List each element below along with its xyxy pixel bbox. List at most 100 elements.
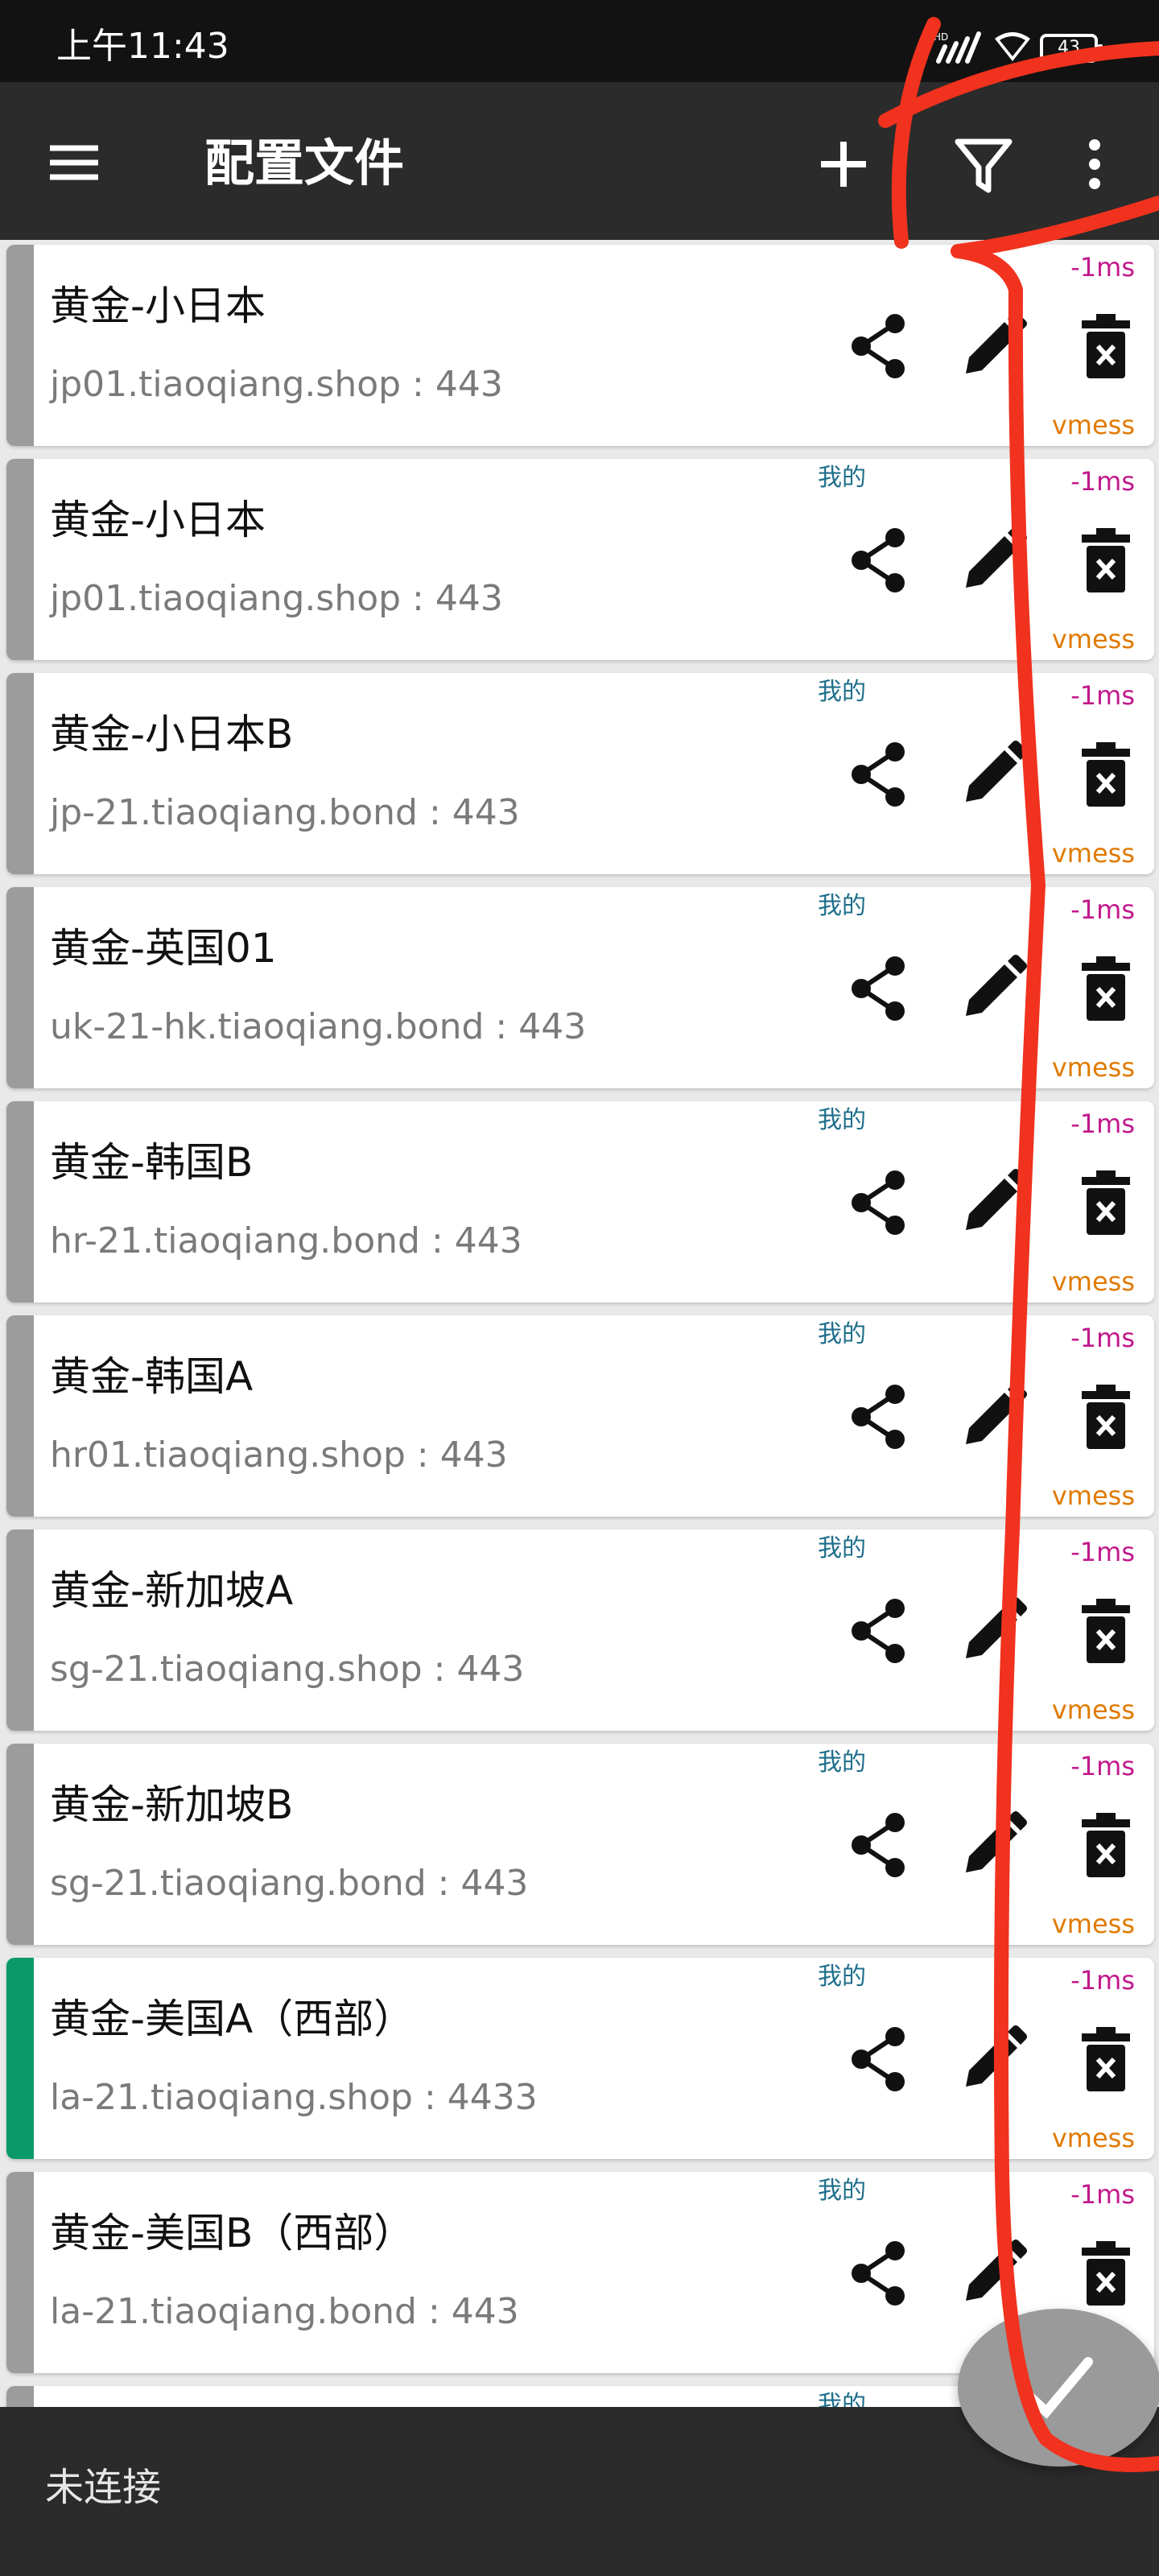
more-vert-icon[interactable] (1062, 129, 1127, 200)
subscription-label: 我的 (818, 892, 866, 920)
protocol-label: vmess (1051, 838, 1135, 869)
profile-card[interactable]: 黄金-新加坡A sg-21.tiaoqiang.shop : 443 我的 -1… (6, 1530, 1154, 1731)
profile-address: la-21.tiaoqiang.bond : 443 (50, 2291, 519, 2332)
share-icon[interactable] (842, 1594, 916, 1668)
protocol-label: vmess (1051, 410, 1135, 440)
profile-name: 黄金-新加坡B (50, 1781, 294, 1828)
subscription-label: 我的 (818, 2391, 866, 2407)
app-toolbar: 配置文件 (0, 82, 1159, 240)
profile-card[interactable]: 黄金-新加坡B sg-21.tiaoqiang.bond : 443 我的 -1… (6, 1744, 1154, 1945)
delete-icon[interactable] (1069, 1166, 1143, 1240)
selection-indicator (6, 245, 34, 446)
protocol-label: vmess (1051, 2123, 1135, 2153)
profile-address: hr-21.tiaoqiang.bond : 443 (50, 1220, 522, 1261)
share-icon[interactable] (842, 1380, 916, 1454)
edit-icon[interactable] (956, 523, 1030, 597)
share-icon[interactable] (842, 523, 916, 597)
delete-icon[interactable] (1069, 952, 1143, 1026)
add-icon[interactable] (808, 129, 879, 200)
subscription-label: 我的 (818, 1748, 866, 1777)
share-icon[interactable] (842, 309, 916, 383)
edit-icon[interactable] (956, 737, 1030, 811)
share-icon[interactable] (842, 2236, 916, 2310)
page-title: 配置文件 (204, 134, 405, 192)
delay-label: -1ms (1070, 894, 1135, 925)
delay-label: -1ms (1070, 1965, 1135, 1996)
protocol-label: vmess (1051, 1052, 1135, 1083)
wifi-icon (992, 29, 1033, 64)
delete-icon[interactable] (1069, 737, 1143, 811)
delete-icon[interactable] (1069, 523, 1143, 597)
delay-label: -1ms (1070, 1537, 1135, 1567)
filter-icon[interactable] (948, 129, 1019, 200)
selection-indicator (6, 1101, 34, 1302)
profile-card[interactable]: 黄金-韩国A hr01.tiaoqiang.shop : 443 我的 -1ms… (6, 1315, 1154, 1517)
edit-icon[interactable] (956, 1380, 1030, 1454)
profile-list[interactable]: 黄金-小日本 jp01.tiaoqiang.shop : 443 -1ms vm… (0, 240, 1159, 2407)
selection-indicator (6, 1315, 34, 1517)
profile-name: 黄金-小日本B (50, 711, 294, 758)
profile-name: 黄金-新加坡A (50, 1567, 294, 1614)
connection-status: 未连接 (45, 2465, 162, 2510)
subscription-label: 我的 (818, 678, 866, 706)
delete-icon[interactable] (1069, 1808, 1143, 1882)
share-icon[interactable] (842, 952, 916, 1026)
delete-icon[interactable] (1069, 1380, 1143, 1454)
battery-level: 43 (1058, 38, 1080, 58)
share-icon[interactable] (842, 737, 916, 811)
signal-icon: HD (934, 29, 985, 64)
share-icon[interactable] (842, 1166, 916, 1240)
selection-indicator (6, 2172, 34, 2373)
subscription-label: 我的 (818, 464, 866, 492)
delete-icon[interactable] (1069, 2022, 1143, 2096)
protocol-label: vmess (1051, 1695, 1135, 1725)
connect-fab[interactable] (958, 2309, 1159, 2467)
subscription-label: 我的 (818, 1106, 866, 1134)
profile-address: uk-21-hk.tiaoqiang.bond : 443 (50, 1006, 587, 1047)
edit-icon[interactable] (956, 2022, 1030, 2096)
delete-icon[interactable] (1069, 2236, 1143, 2310)
subscription-label: 我的 (818, 1320, 866, 1348)
delay-label: -1ms (1070, 1323, 1135, 1353)
profile-card[interactable]: 黄金-小日本 jp01.tiaoqiang.shop : 443 -1ms vm… (6, 245, 1154, 446)
delay-label: -1ms (1070, 1108, 1135, 1139)
protocol-label: vmess (1051, 1909, 1135, 1939)
battery-icon: 43 (1040, 34, 1103, 63)
edit-icon[interactable] (956, 1808, 1030, 1882)
protocol-label: vmess (1051, 1266, 1135, 1297)
selection-indicator (6, 887, 34, 1088)
edit-icon[interactable] (956, 309, 1030, 383)
profile-address: jp01.tiaoqiang.shop : 443 (50, 578, 503, 619)
svg-text:HD: HD (934, 31, 948, 43)
profile-card[interactable]: 黄金-小日本B jp-21.tiaoqiang.bond : 443 我的 -1… (6, 673, 1154, 874)
edit-icon[interactable] (956, 952, 1030, 1026)
profile-name: 黄金-英国01 (50, 925, 277, 972)
profile-card[interactable]: 黄金-英国01 uk-21-hk.tiaoqiang.bond : 443 我的… (6, 887, 1154, 1088)
selection-indicator (6, 1744, 34, 1945)
status-time: 上午11:43 (56, 26, 229, 67)
subscription-label: 我的 (818, 1963, 866, 1991)
profile-address: jp-21.tiaoqiang.bond : 443 (50, 792, 520, 833)
profile-name: 黄金-小日本 (50, 497, 266, 543)
edit-icon[interactable] (956, 2236, 1030, 2310)
selection-indicator (6, 2386, 34, 2407)
profile-card[interactable]: 黄金-韩国B hr-21.tiaoqiang.bond : 443 我的 -1m… (6, 1101, 1154, 1302)
profile-card[interactable]: 黄金-美国A（西部） la-21.tiaoqiang.shop : 4433 我… (6, 1958, 1154, 2159)
delete-icon[interactable] (1069, 1594, 1143, 1668)
profile-card[interactable]: 黄金-小日本 jp01.tiaoqiang.shop : 443 我的 -1ms… (6, 459, 1154, 660)
profile-address: hr01.tiaoqiang.shop : 443 (50, 1435, 508, 1476)
delete-icon[interactable] (1069, 309, 1143, 383)
edit-icon[interactable] (956, 1166, 1030, 1240)
subscription-label: 我的 (818, 1534, 866, 1563)
profile-name: 黄金-韩国B (50, 1139, 254, 1186)
edit-icon[interactable] (956, 1594, 1030, 1668)
delay-label: -1ms (1070, 1751, 1135, 1781)
check-icon (1019, 2357, 1093, 2419)
share-icon[interactable] (842, 2022, 916, 2096)
menu-icon[interactable] (42, 130, 106, 195)
delay-label: -1ms (1070, 680, 1135, 711)
share-icon[interactable] (842, 1808, 916, 1882)
delay-label: -1ms (1070, 466, 1135, 497)
status-bar: 上午11:43 HD 43 (0, 0, 1159, 82)
subscription-label: 我的 (818, 2177, 866, 2205)
